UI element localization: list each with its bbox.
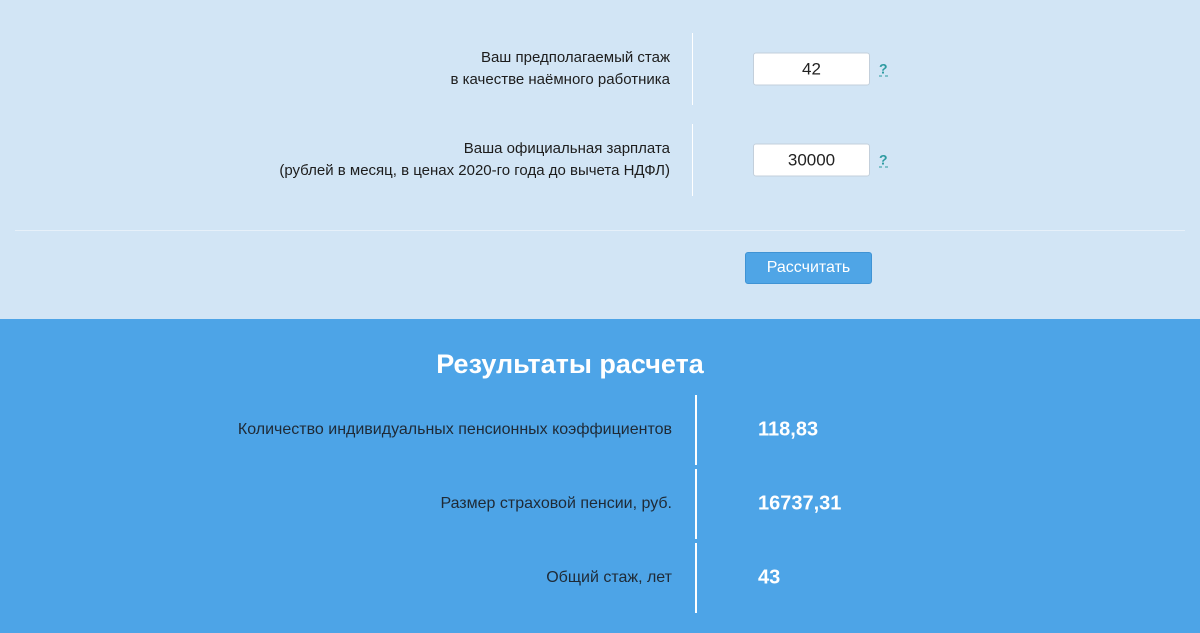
row-divider [692,33,693,105]
result-label: Размер страховой пенсии, руб. [440,495,672,512]
row-divider [695,395,697,465]
calculator-form: Ваш предполагаемый стаж в качестве наёмн… [0,0,1200,319]
salary-row: Ваша официальная зарплата (рублей в меся… [0,124,1200,196]
experience-label-line2: в качестве наёмного работника [450,71,671,88]
result-value: 118,83 [758,418,819,441]
row-divider [692,124,693,196]
salary-label-line1: Ваша официальная зарплата [463,140,670,157]
experience-help-link[interactable]: ? [879,62,888,77]
salary-label-line2: (рублей в месяц, в ценах 2020-го года до… [279,162,670,179]
result-value: 16737,31 [758,492,842,515]
result-row-pension: Размер страховой пенсии, руб. 16737,31 [0,469,1200,539]
salary-help-link[interactable]: ? [879,153,888,168]
result-row-coefficients: Количество индивидуальных пенсионных коэ… [0,395,1200,465]
experience-label: Ваш предполагаемый стаж в качестве наёмн… [451,47,671,91]
result-value: 43 [758,566,781,589]
result-label: Общий стаж, лет [546,569,672,586]
result-label: Количество индивидуальных пенсионных коэ… [237,421,672,438]
salary-label: Ваша официальная зарплата (рублей в меся… [279,138,670,182]
row-divider [695,469,697,539]
results-section: Результаты расчета Количество индивидуал… [0,319,1200,633]
results-title: Результаты расчета [436,349,704,379]
form-divider [15,230,1185,231]
experience-input[interactable] [753,52,870,86]
experience-row: Ваш предполагаемый стаж в качестве наёмн… [0,33,1200,105]
salary-input[interactable] [753,143,870,177]
row-divider [695,543,697,613]
result-row-total-experience: Общий стаж, лет 43 [0,543,1200,613]
experience-label-line1: Ваш предполагаемый стаж [480,49,670,66]
calculate-button[interactable]: Рассчитать [745,252,872,284]
